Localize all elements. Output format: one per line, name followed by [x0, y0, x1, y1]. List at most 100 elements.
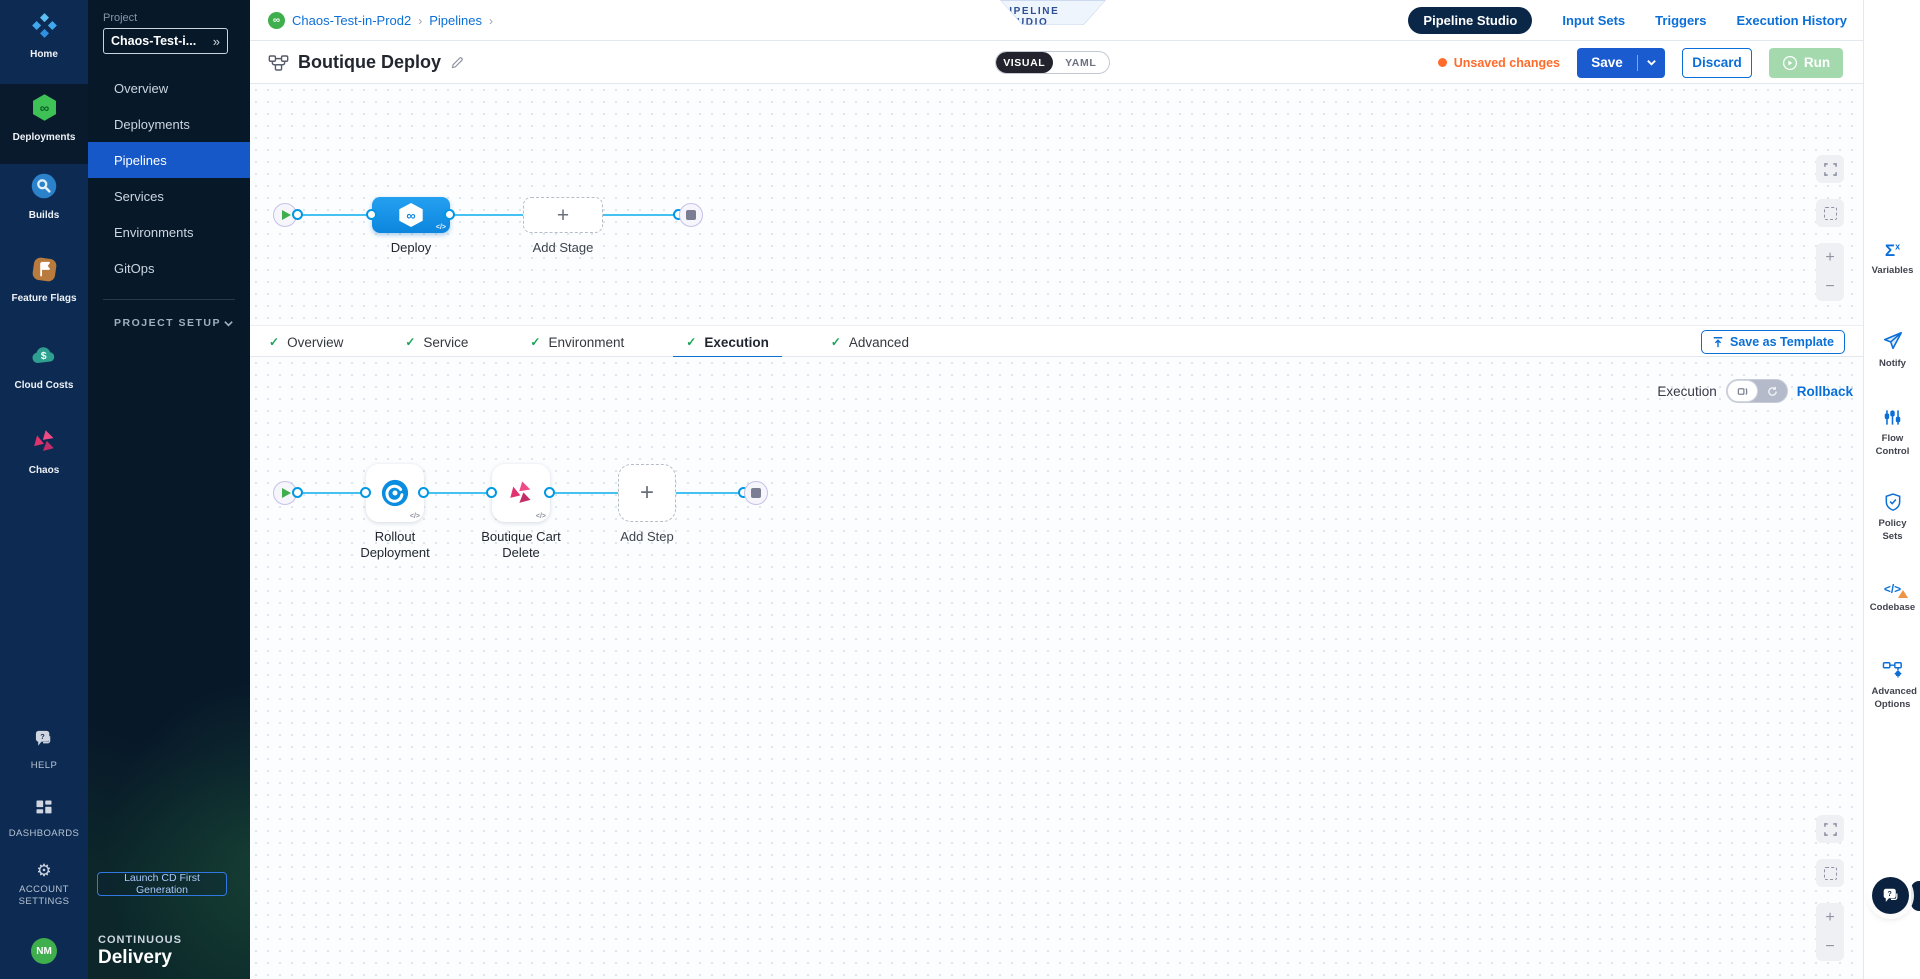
- nav-dashboards[interactable]: DASHBOARDS: [0, 798, 88, 840]
- nav-chaos[interactable]: Chaos: [0, 428, 88, 478]
- project-selector[interactable]: Chaos-Test-i... »: [103, 28, 228, 54]
- zoom-out-button[interactable]: −: [1816, 932, 1844, 961]
- nav-feature-flags[interactable]: Feature Flags: [0, 256, 88, 306]
- add-step-label: Add Step: [602, 529, 692, 545]
- add-stage-button[interactable]: +: [523, 197, 603, 233]
- discard-button[interactable]: Discard: [1682, 48, 1752, 78]
- rail-advanced-options[interactable]: Advanced Options: [1864, 660, 1920, 712]
- advanced-options-icon: [1882, 660, 1904, 680]
- rail-flow-control[interactable]: Flow Control: [1864, 408, 1920, 459]
- zoom-in-button[interactable]: +: [1816, 903, 1844, 932]
- execution-end-node[interactable]: [744, 481, 768, 505]
- tab-advanced[interactable]: ✓Advanced: [818, 326, 922, 358]
- harness-app: Home ∞ Deployments Builds: [0, 0, 1920, 979]
- side-fab-partial[interactable]: [1911, 881, 1920, 911]
- stage-node-deploy[interactable]: ∞ </>: [372, 197, 450, 233]
- step-node-boutique-cart-delete[interactable]: </>: [492, 464, 550, 522]
- check-icon: ✓: [686, 335, 696, 349]
- tab-input-sets[interactable]: Input Sets: [1562, 13, 1625, 28]
- rail-label: Notify: [1876, 358, 1909, 371]
- sidebar-item-label: Services: [114, 189, 164, 204]
- visual-yaml-toggle[interactable]: VISUAL YAML: [995, 51, 1110, 74]
- breadcrumb-project-link[interactable]: Chaos-Test-in-Prod2: [292, 13, 411, 28]
- notify-icon: [1882, 330, 1904, 352]
- execution-mode-segment[interactable]: [1727, 380, 1758, 402]
- edge: [302, 492, 366, 494]
- fit-to-screen-button[interactable]: [1816, 859, 1844, 887]
- tab-environment[interactable]: ✓Environment: [517, 326, 637, 358]
- launch-cd-first-gen-button[interactable]: Launch CD First Generation: [97, 872, 227, 896]
- breadcrumb: ∞ Chaos-Test-in-Prod2 › Pipelines ›: [268, 0, 493, 41]
- tab-triggers[interactable]: Triggers: [1655, 13, 1706, 28]
- expand-selector-icon: »: [213, 34, 220, 49]
- sidebar-item-gitops[interactable]: GitOps: [88, 250, 250, 286]
- rollback-mode-segment[interactable]: [1758, 380, 1787, 402]
- tab-execution[interactable]: ✓Execution: [673, 326, 782, 358]
- rail-notify[interactable]: Notify: [1864, 330, 1920, 371]
- tab-pipeline-studio[interactable]: Pipeline Studio: [1408, 7, 1532, 34]
- user-avatar[interactable]: NM: [31, 938, 57, 964]
- rail-label: Codebase: [1867, 602, 1918, 615]
- tab-label: Advanced: [849, 335, 909, 350]
- play-circle-icon: [1782, 55, 1798, 71]
- edit-pencil-icon[interactable]: [450, 55, 465, 70]
- nav-cloud-costs-label: Cloud Costs: [15, 380, 74, 393]
- tab-service[interactable]: ✓Service: [392, 326, 481, 358]
- nav-deployments-label: Deployments: [13, 132, 76, 145]
- save-button[interactable]: Save: [1577, 48, 1665, 78]
- sidebar-item-label: Overview: [114, 81, 168, 96]
- sidebar-item-label: Deployments: [114, 117, 190, 132]
- execution-graph-canvas[interactable]: Execution Rollback: [250, 357, 1863, 979]
- help-chat-fab[interactable]: ?: [1872, 877, 1909, 914]
- run-button-disabled[interactable]: Run: [1769, 48, 1843, 78]
- zoom-out-button[interactable]: −: [1816, 272, 1844, 301]
- code-icon: </>: [536, 513, 546, 520]
- rollback-link[interactable]: Rollback: [1797, 384, 1853, 399]
- sidebar-item-label: GitOps: [114, 261, 154, 276]
- save-options-caret[interactable]: [1638, 57, 1665, 68]
- tab-overview[interactable]: ✓Overview: [256, 326, 356, 358]
- fit-to-screen-button[interactable]: [1816, 199, 1844, 227]
- pipeline-end-node[interactable]: [679, 203, 703, 227]
- sidebar-item-deployments[interactable]: Deployments: [88, 106, 250, 142]
- nav-account-settings[interactable]: ⚙ ACCOUNT SETTINGS: [0, 862, 88, 908]
- project-setup-toggle[interactable]: PROJECT SETUP: [114, 317, 234, 329]
- sidebar-item-services[interactable]: Services: [88, 178, 250, 214]
- zoom-in-button[interactable]: +: [1816, 243, 1844, 272]
- template-upload-icon: [1712, 336, 1724, 348]
- step-node-rollout-deployment[interactable]: </>: [366, 464, 424, 522]
- rail-codebase[interactable]: </> Codebase: [1864, 582, 1920, 615]
- breadcrumb-pipelines-link[interactable]: Pipelines: [429, 13, 482, 28]
- stage-label: Deploy: [372, 240, 450, 256]
- topbar: ∞ Chaos-Test-in-Prod2 › Pipelines › PIPE…: [250, 0, 1863, 41]
- check-icon: ✓: [405, 335, 415, 349]
- sidebar-item-overview[interactable]: Overview: [88, 70, 250, 106]
- sidebar-item-environments[interactable]: Environments: [88, 214, 250, 250]
- page-title: Boutique Deploy: [298, 52, 441, 73]
- rail-variables[interactable]: Σx Variables: [1864, 242, 1920, 278]
- chevron-down-icon: [1646, 57, 1657, 68]
- selection-icon: [1824, 867, 1837, 880]
- execution-rollback-toggle[interactable]: [1726, 379, 1788, 403]
- stop-icon: [686, 210, 696, 220]
- add-step-button[interactable]: +: [618, 464, 676, 522]
- selection-icon: [1824, 207, 1837, 220]
- port: [444, 209, 455, 220]
- svg-text:$: $: [41, 350, 47, 362]
- zoom-controls: + −: [1816, 243, 1844, 301]
- nav-builds[interactable]: Builds: [0, 172, 88, 223]
- sidebar-item-pipelines[interactable]: Pipelines: [88, 142, 250, 178]
- nav-help[interactable]: ? HELP: [0, 728, 88, 772]
- fullscreen-canvas-button[interactable]: [1816, 155, 1844, 183]
- fullscreen-canvas-button[interactable]: [1816, 815, 1844, 843]
- nav-deployments[interactable]: ∞ Deployments: [0, 93, 88, 145]
- toggle-visual[interactable]: VISUAL: [996, 52, 1053, 73]
- nav-cloud-costs[interactable]: $ Cloud Costs: [0, 342, 88, 393]
- save-as-template-button[interactable]: Save as Template: [1701, 330, 1845, 354]
- rail-policy-sets[interactable]: Policy Sets: [1864, 492, 1920, 544]
- toggle-yaml[interactable]: YAML: [1053, 52, 1110, 73]
- stage-graph-canvas[interactable]: ∞ </> Deploy + Add Stage + −: [250, 84, 1863, 325]
- nav-home[interactable]: Home: [0, 12, 88, 62]
- tab-execution-history[interactable]: Execution History: [1736, 13, 1847, 28]
- check-icon: ✓: [530, 335, 540, 349]
